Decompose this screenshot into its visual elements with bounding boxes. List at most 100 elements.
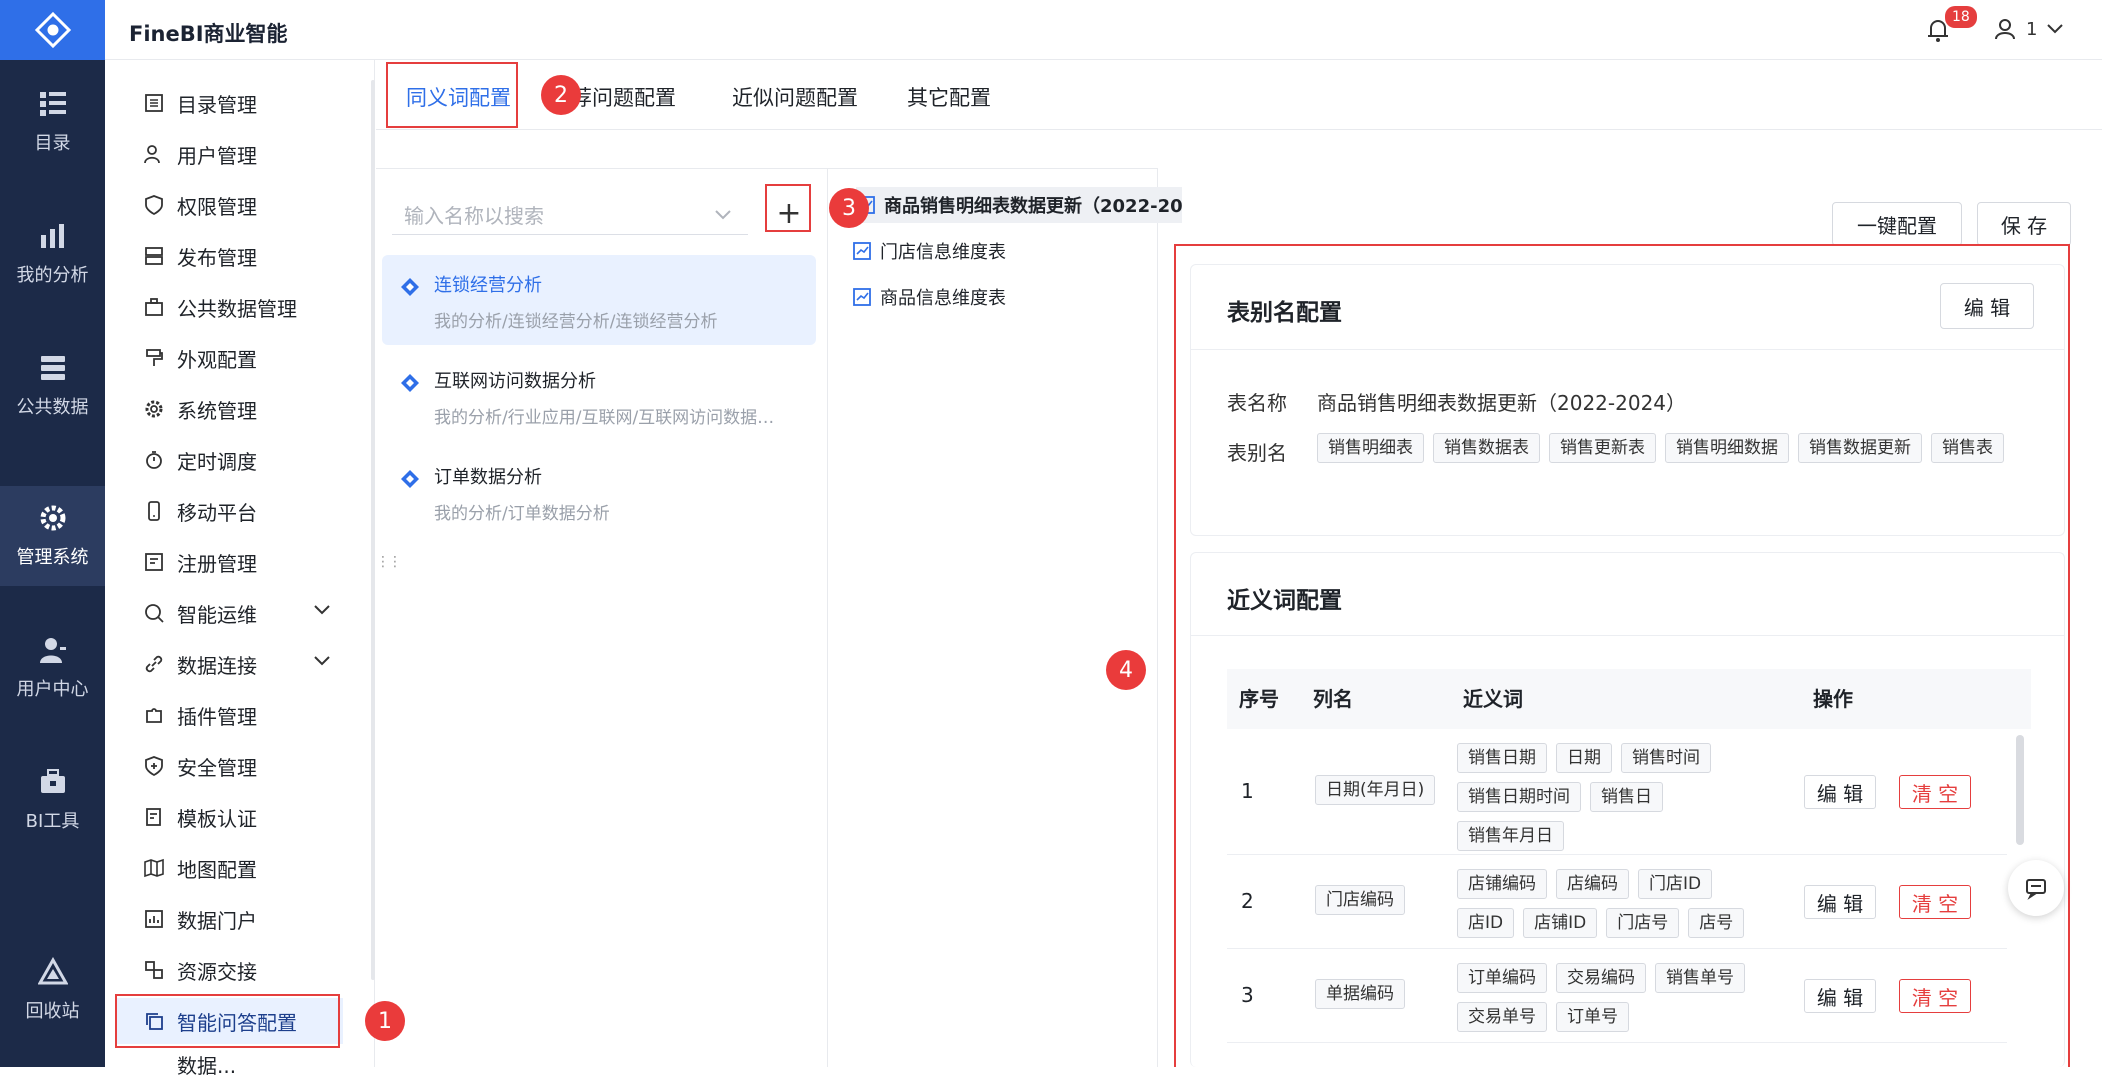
left-nav-bar: 目录 我的分析 公共数据 管理系统 用户中心 BI工具 回收站 [0,0,105,1067]
user-icon [1995,19,2015,40]
user-name: 1 [2026,18,2038,40]
settings-gear-icon [40,505,65,531]
list-item[interactable]: 互联网访问数据分析 我的分析/行业应用/互联网/互联网访问数据… [382,351,816,441]
sidebar-item-catalog[interactable]: 目录管理 [115,80,343,126]
sidebar-item-label: 资源交接 [177,959,257,984]
search-input[interactable]: 输入名称以搜索 [392,195,748,235]
step-marker: 3 [829,188,869,228]
nav-label: 管理系统 [16,547,89,568]
highlight-box-tab [386,62,518,128]
admin-sidebar: 目录管理 用户管理 权限管理 发布管理 公共数据管理 外观配置 系统管理 定时调… [105,60,375,1078]
sidebar-item-plugins[interactable]: 插件管理 [115,692,343,738]
sidebar-item-label: 智能运维 [177,602,257,627]
sidebar-item-map[interactable]: 地图配置 [115,845,343,891]
table-icon [853,242,871,260]
sidebar-item-label: 数据... [177,1053,237,1078]
nav-user-center[interactable]: 用户中心 [0,618,105,718]
sidebar-item-smart-ops[interactable]: 智能运维 [115,590,343,636]
chart-icon [40,224,64,248]
sidebar-item-register[interactable]: 注册管理 [115,539,343,585]
analysis-path: 我的分析/订单数据分析 [434,504,610,524]
list-item[interactable]: 连锁经营分析 我的分析/连锁经营分析/连锁经营分析 [382,255,816,345]
chevron-down-icon[interactable] [313,655,331,667]
logo-icon [34,11,71,49]
sidebar-scrollbar[interactable] [371,80,375,980]
handover-icon [143,959,165,981]
sidebar-item-mobile[interactable]: 移动平台 [115,488,343,534]
toolbox-icon [40,769,65,793]
puzzle-icon [143,704,165,726]
shield-icon [143,194,165,216]
tab-similar-config[interactable]: 近似问题配置 [732,82,858,112]
sidebar-item-label: 系统管理 [177,398,257,423]
analysis-path: 我的分析/行业应用/互联网/互联网访问数据… [434,408,775,428]
table-icon [853,288,871,306]
nav-label: 公共数据 [16,397,89,418]
sidebar-item-label: 目录管理 [177,92,257,117]
nav-public-data[interactable]: 公共数据 [0,336,105,436]
sidebar-item-label: 公共数据管理 [177,296,297,321]
publish-icon [143,245,165,267]
sidebar-item-schedule[interactable]: 定时调度 [115,437,343,483]
paint-roller-icon [143,347,165,369]
sidebar-item-label: 定时调度 [177,449,257,474]
analysis-icon [401,470,419,488]
user-menu[interactable]: 1 [1994,18,2064,40]
sidebar-item-handover[interactable]: 资源交接 [115,947,343,993]
user-icon [143,143,165,165]
sidebar-item-system[interactable]: 系统管理 [115,386,343,432]
save-button[interactable]: 保 存 [1977,202,2071,246]
highlight-box-config [1174,244,2070,1067]
analysis-icon [401,278,419,296]
sidebar-item-security[interactable]: 安全管理 [115,743,343,789]
table-name: 商品销售明细表数据更新（2022-2024） [884,196,1182,217]
sidebar-item-label: 模板认证 [177,806,257,831]
sidebar-item-label: 地图配置 [177,857,257,882]
sidebar-item-data-connection[interactable]: 数据连接 [115,641,343,687]
chevron-down-icon[interactable] [313,604,331,616]
analysis-panel: 输入名称以搜索 + 连锁经营分析 我的分析/连锁经营分析/连锁经营分析 互联网访… [376,168,828,1067]
one-click-config-button[interactable]: 一键配置 [1832,202,1962,246]
certificate-icon [143,806,165,828]
step-marker: 1 [365,1001,405,1041]
sidebar-item-label: 注册管理 [177,551,257,576]
table-item-sales[interactable]: 商品销售明细表数据更新（2022-2024） [856,187,1182,223]
tab-other-config[interactable]: 其它配置 [907,82,991,112]
nav-catalog[interactable]: 目录 [0,72,105,172]
portal-icon [143,908,165,930]
nav-label: BI工具 [25,811,80,832]
list-item[interactable]: 订单数据分析 我的分析/订单数据分析 [382,447,816,537]
sidebar-item-label: 数据连接 [177,653,257,678]
sidebar-item-more[interactable]: 数据... [115,1049,343,1079]
link-icon [143,653,165,675]
analysis-title: 连锁经营分析 [434,275,542,296]
nav-label: 回收站 [25,1001,80,1022]
sidebar-item-template-cert[interactable]: 模板认证 [115,794,343,840]
mobile-icon [143,500,165,522]
notification-badge: 18 [1945,6,1977,28]
sidebar-item-portal[interactable]: 数据门户 [115,896,343,942]
nav-bi-tools[interactable]: BI工具 [0,750,105,850]
sidebar-item-label: 插件管理 [177,704,257,729]
table-item-product-dim[interactable]: 商品信息维度表 [852,279,1006,315]
recycle-icon [37,957,68,985]
sidebar-item-public-data[interactable]: 公共数据管理 [115,284,343,330]
sidebar-item-users[interactable]: 用户管理 [115,131,343,177]
chevron-down-icon[interactable] [714,209,732,221]
nav-recycle-bin[interactable]: 回收站 [0,940,105,1040]
sidebar-item-publish[interactable]: 发布管理 [115,233,343,279]
table-item-store-dim[interactable]: 门店信息维度表 [852,233,1006,269]
nav-label: 目录 [34,133,71,154]
nav-admin-system[interactable]: 管理系统 [0,486,105,586]
sidebar-item-permissions[interactable]: 权限管理 [115,182,343,228]
sidebar-item-appearance[interactable]: 外观配置 [115,335,343,381]
sidebar-item-label: 数据门户 [177,908,257,933]
nav-my-analysis[interactable]: 我的分析 [0,204,105,304]
database-icon [40,356,65,380]
table-name: 商品信息维度表 [880,288,1006,309]
app-logo[interactable] [0,0,105,60]
sidebar-item-label: 发布管理 [177,245,257,270]
more-icon [143,1053,165,1075]
sidebar-item-label: 移动平台 [177,500,257,525]
analysis-title: 互联网访问数据分析 [434,371,596,392]
